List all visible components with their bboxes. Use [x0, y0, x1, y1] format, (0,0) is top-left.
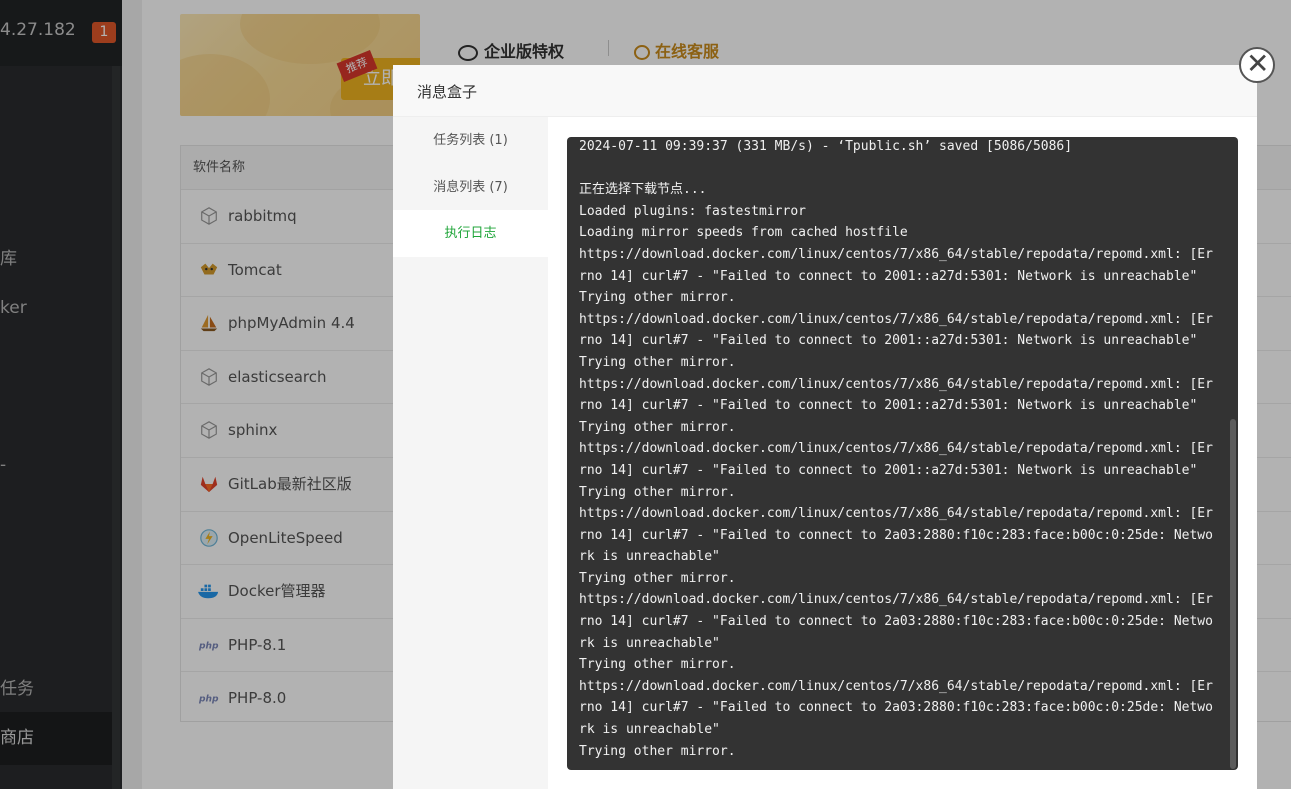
close-icon: ✕: [1246, 47, 1270, 80]
modal-tab-list: 任务列表 (1) 消息列表 (7) 执行日志: [393, 117, 548, 789]
message-box-modal: 消息盒子 任务列表 (1) 消息列表 (7) 执行日志 2024-07-11 0…: [393, 65, 1257, 789]
modal-title: 消息盒子: [417, 83, 478, 101]
tab-message-list[interactable]: 消息列表 (7): [393, 164, 548, 211]
log-scrollbar[interactable]: [1230, 419, 1236, 769]
tab-task-list[interactable]: 任务列表 (1): [393, 117, 548, 164]
tab-execution-log[interactable]: 执行日志: [393, 210, 548, 257]
close-modal-button[interactable]: ✕: [1239, 47, 1275, 83]
modal-title-bar: 消息盒子: [393, 65, 1257, 117]
log-console[interactable]: 2024-07-11 09:39:37 (331 MB/s) - ‘Tpubli…: [567, 137, 1238, 770]
log-output: 2024-07-11 09:39:37 (331 MB/s) - ‘Tpubli…: [579, 139, 1213, 759]
